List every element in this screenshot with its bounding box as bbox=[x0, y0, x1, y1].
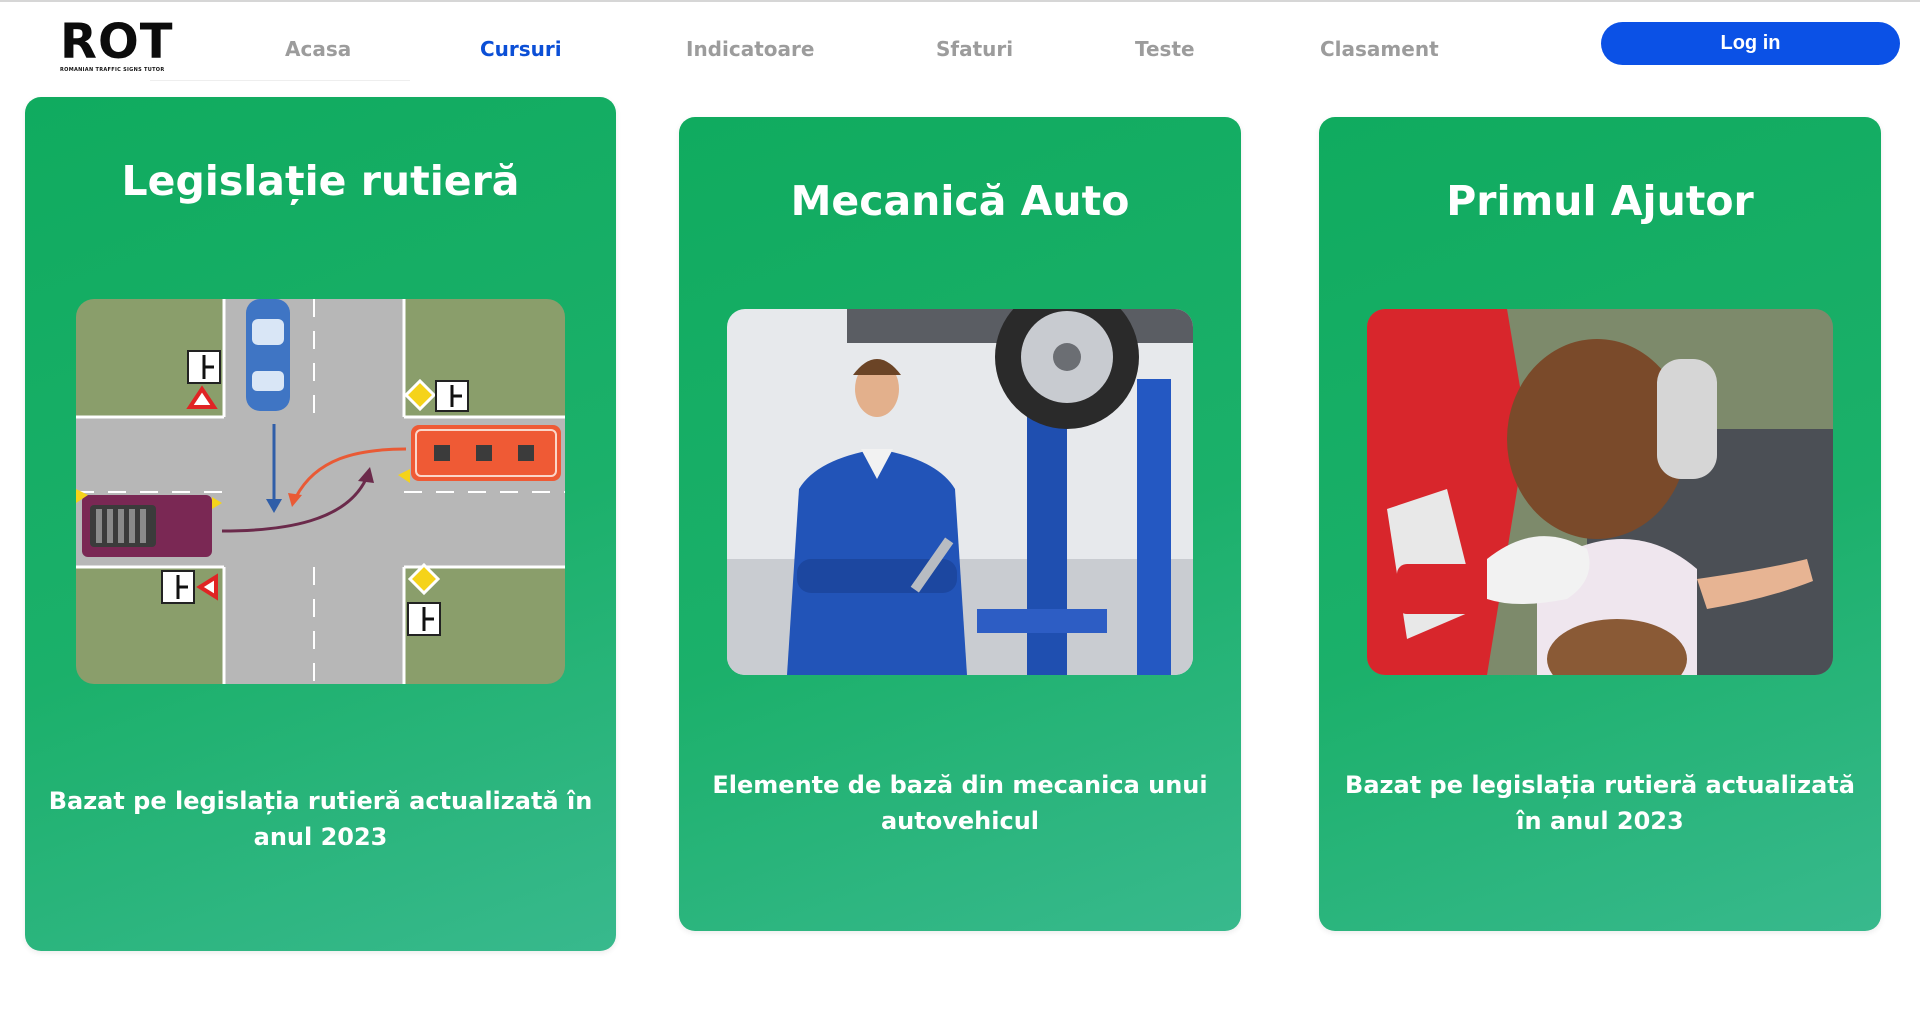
course-title: Legislație rutieră bbox=[121, 157, 520, 205]
nav-sfaturi[interactable]: Sfaturi bbox=[936, 37, 1013, 61]
logo-text: ROT bbox=[60, 14, 174, 70]
course-card-mecanica[interactable]: Mecanică Auto Elemente de bază din mecan… bbox=[679, 117, 1241, 931]
course-card-primul-ajutor[interactable]: Primul Ajutor Bazat pe legislația rutier… bbox=[1319, 117, 1881, 931]
nav-indicatoare[interactable]: Indicatoare bbox=[686, 37, 814, 61]
site-logo[interactable]: ROT ROMANIAN TRAFFIC SIGNS TUTOR bbox=[60, 14, 202, 76]
first-aid-photo bbox=[1367, 309, 1833, 675]
course-description: Elemente de bază din mecanica unui autov… bbox=[712, 771, 1208, 835]
header-divider bbox=[150, 80, 410, 81]
course-title: Mecanică Auto bbox=[790, 177, 1130, 225]
logo-subtitle: ROMANIAN TRAFFIC SIGNS TUTOR bbox=[60, 67, 165, 73]
nav-clasament[interactable]: Clasament bbox=[1320, 37, 1439, 61]
nav-acasa[interactable]: Acasa bbox=[285, 37, 351, 61]
login-button[interactable]: Log in bbox=[1601, 22, 1900, 65]
intersection-illustration bbox=[76, 299, 565, 684]
nav-teste[interactable]: Teste bbox=[1135, 37, 1195, 61]
course-description: Bazat pe legislația rutieră actualizată … bbox=[48, 787, 593, 851]
course-title: Primul Ajutor bbox=[1446, 177, 1754, 225]
top-border bbox=[0, 0, 1920, 2]
mechanic-photo bbox=[727, 309, 1193, 675]
course-card-legislatie[interactable]: Legislație rutieră Bazat pe legislația r… bbox=[25, 97, 616, 951]
nav-cursuri[interactable]: Cursuri bbox=[480, 37, 562, 61]
course-description: Bazat pe legislația rutieră actualizată … bbox=[1345, 771, 1855, 835]
